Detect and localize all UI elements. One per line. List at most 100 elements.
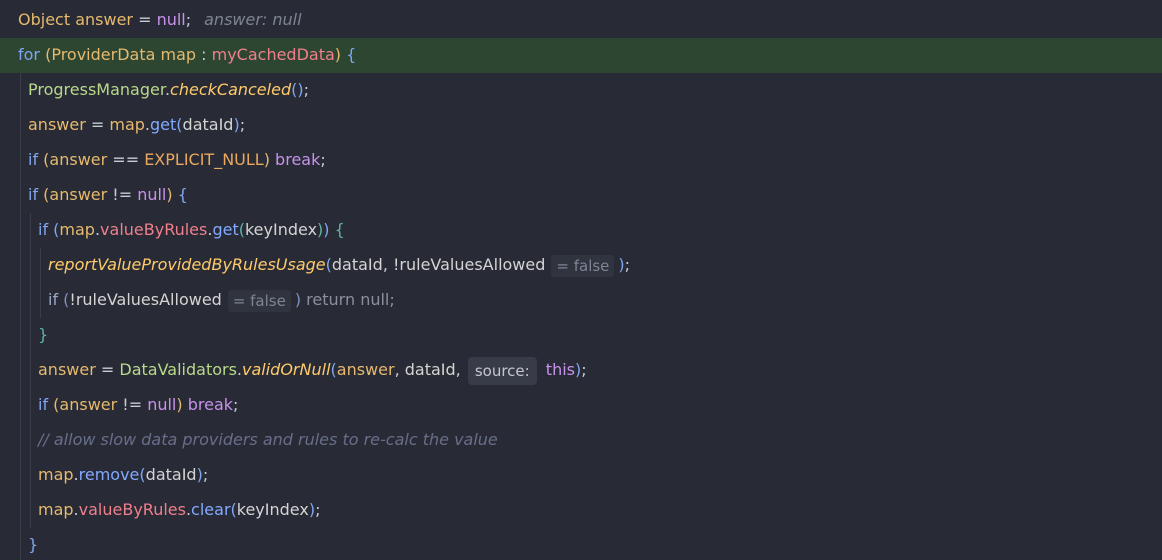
punct-token: ; [303, 80, 309, 99]
type-token: Object [18, 10, 71, 29]
code-line[interactable]: reportValueProvidedByRulesUsage(dataId, … [48, 250, 630, 280]
param-token: keyIndex [244, 220, 318, 239]
punct-token: ; [202, 465, 209, 484]
type-token: ProviderData [51, 45, 156, 64]
keyword-token: if [28, 185, 39, 204]
indent-guide [40, 283, 41, 318]
bracket-1-token: ( [40, 45, 52, 64]
indent-guide [20, 318, 21, 353]
param-token: dataId [331, 255, 383, 274]
local-token: map [155, 45, 197, 64]
local-token: answer [336, 360, 395, 379]
code-line[interactable]: // allow slow data providers and rules t… [38, 425, 498, 455]
code-line[interactable]: } [28, 530, 38, 560]
keyword-purple-token: this [540, 360, 575, 379]
keyword-purple-token: null [147, 395, 177, 414]
local-token: answer [28, 115, 86, 134]
parameter-name-hint: source: [467, 356, 537, 385]
local-token: map [59, 220, 95, 239]
operator-token: : [196, 45, 212, 64]
dim-keyword-token: if [48, 290, 59, 309]
indent-guide [20, 493, 21, 528]
field-token: valueByRules [100, 220, 208, 239]
punct-token: , [455, 360, 466, 379]
operator-token: != [107, 185, 138, 204]
code-line[interactable]: if (answer != null) break; [38, 390, 238, 420]
operator-token: = [95, 360, 120, 379]
bracket-2-token: () [291, 80, 304, 99]
indent-guide [30, 458, 31, 493]
bracket-1-token: ( [38, 150, 50, 169]
inlay-value-hint: = false [551, 254, 615, 277]
param-token: keyIndex [236, 500, 309, 519]
indent-guide [20, 213, 21, 248]
operator-token: == [107, 150, 145, 169]
code-editor[interactable]: Object answer = null; answer: null for (Pr… [0, 0, 1162, 560]
class-token: DataValidators [119, 360, 237, 379]
param-token: dataId [145, 465, 197, 484]
indent-guide [20, 388, 21, 423]
indent-guide [30, 353, 31, 388]
code-line[interactable]: for (ProviderData map : myCachedData) { [18, 40, 356, 70]
indent-guide [20, 108, 21, 143]
constant-token: EXPLICIT_NULL [144, 150, 264, 169]
static-method-token: validOrNull [242, 360, 331, 379]
local-token: map [38, 465, 74, 484]
punct-token: ; [315, 500, 321, 519]
punct-token: ; [320, 150, 326, 169]
indent-guide [20, 283, 21, 318]
dim-bracket-token: ( [58, 290, 70, 309]
static-method-token: checkCanceled [170, 80, 292, 99]
indent-guide [40, 248, 41, 283]
class-token: ProgressManager [28, 80, 165, 99]
code-line[interactable]: map.valueByRules.clear(keyIndex); [38, 495, 320, 525]
field-token: valueByRules [78, 500, 186, 519]
keyword-purple-token: null [137, 185, 167, 204]
dim-token: return null; [301, 290, 395, 309]
keyword-token: for [18, 45, 40, 64]
code-line[interactable]: answer = map.get(dataId); [28, 110, 245, 140]
code-line[interactable]: ProgressManager.checkCanceled(); [28, 75, 309, 105]
bracket-2-token: } [28, 535, 39, 554]
comment-token: // allow slow data providers and rules t… [38, 430, 498, 449]
method-token: get [212, 220, 239, 239]
inlay-value-hint: = false [227, 289, 291, 312]
indent-guide [20, 423, 21, 458]
param-token: dataId [404, 360, 456, 379]
indent-guide [20, 353, 21, 388]
bracket-2-token: { [341, 45, 357, 64]
indent-guide [30, 493, 31, 528]
local-token: map [109, 115, 145, 134]
code-line[interactable]: if (!ruleValuesAllowed = false) return nu… [48, 285, 395, 315]
bracket-3-token: } [38, 325, 49, 344]
static-method-token: reportValueProvidedByRulesUsage [48, 255, 326, 274]
method-token: clear [191, 500, 231, 519]
code-line[interactable]: if (answer == EXPLICIT_NULL) break; [28, 145, 326, 175]
field-token: myCachedData [211, 45, 335, 64]
param-token: dataId [182, 115, 234, 134]
punct-token: ; [624, 255, 631, 274]
method-token: get [150, 115, 177, 134]
code-line[interactable]: } [38, 320, 48, 350]
keyword-purple-token: break [269, 150, 321, 169]
operator-token: = [85, 115, 110, 134]
code-line[interactable]: if (map.valueByRules.get(keyIndex)) { [38, 215, 345, 245]
param-token: !ruleValuesAllowed [69, 290, 222, 309]
local-token: answer [38, 360, 96, 379]
indent-guide [30, 283, 31, 318]
method-token: remove [78, 465, 140, 484]
operator-token: = [132, 10, 157, 29]
code-line[interactable]: map.remove(dataId); [38, 460, 208, 490]
punct-token: ; [581, 360, 587, 379]
punct-token: , [382, 255, 393, 274]
local-token: answer [70, 10, 133, 29]
code-line[interactable]: if (answer != null) { [28, 180, 188, 210]
keyword-purple-token: null [156, 10, 186, 29]
code-line[interactable]: answer = DataValidators.validOrNull(answ… [38, 355, 587, 385]
indent-guide [30, 423, 31, 458]
bracket-2-token: ( [48, 220, 60, 239]
indent-guide [20, 178, 21, 213]
indent-guide [20, 248, 21, 283]
code-line[interactable]: Object answer = null; answer: null [18, 5, 302, 35]
indent-guide [30, 388, 31, 423]
